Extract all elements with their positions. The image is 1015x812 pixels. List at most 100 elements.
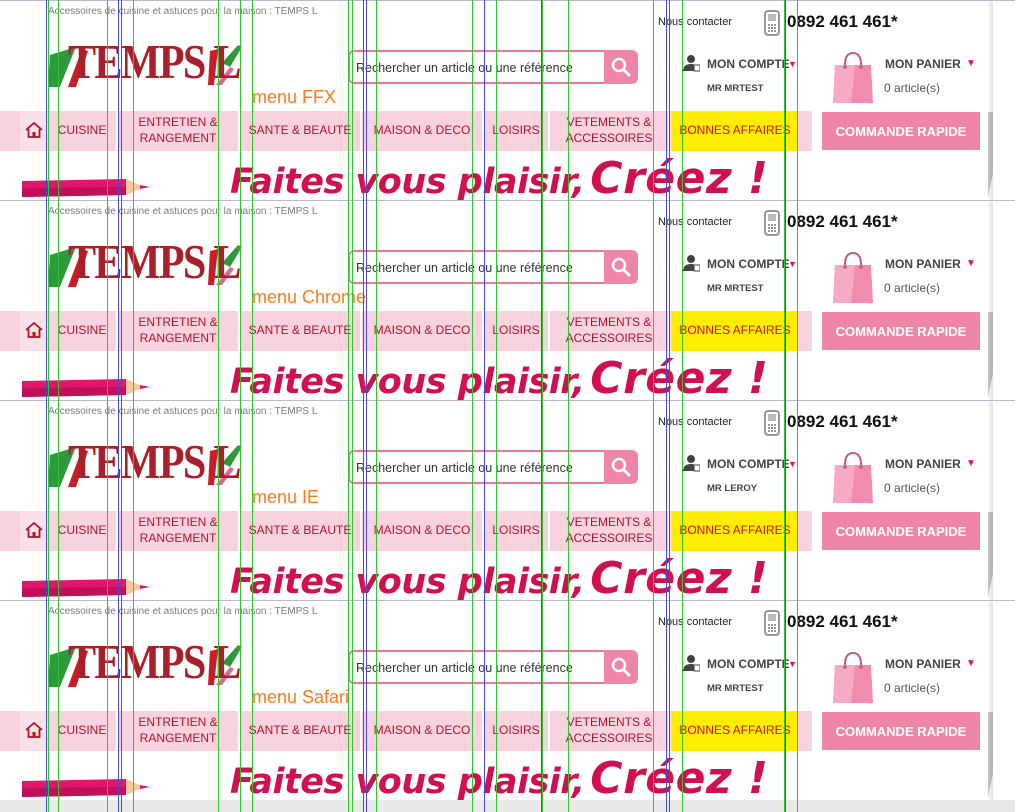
home-button[interactable] bbox=[20, 311, 48, 351]
search-button[interactable] bbox=[604, 450, 638, 484]
contact-link[interactable]: Nous contacter bbox=[658, 416, 732, 428]
home-icon bbox=[25, 522, 43, 538]
quick-order-button[interactable]: COMMANDE RAPIDE bbox=[822, 112, 980, 150]
browser-comparison-stack: Accessoires de cuisine et astuces pour l… bbox=[0, 0, 1015, 812]
quick-order-button[interactable]: COMMANDE RAPIDE bbox=[822, 312, 980, 350]
menu-item[interactable]: SANTE & BEAUTE bbox=[240, 111, 362, 151]
phone-number: 0892 461 461* bbox=[787, 612, 898, 631]
menu-item[interactable]: VETEMENTS & ACCESSOIRES bbox=[550, 311, 670, 351]
contact-link[interactable]: Nous contacter bbox=[658, 216, 732, 228]
home-button[interactable] bbox=[20, 111, 48, 151]
site-header-panel-4: Accessoires de cuisine et astuces pour l… bbox=[0, 600, 1015, 800]
breadcrumb[interactable]: Accessoires de cuisine et astuces pour l… bbox=[48, 6, 317, 17]
menu-item[interactable]: VETEMENTS & ACCESSOIRES bbox=[550, 511, 670, 551]
menu-item[interactable]: MAISON & DECO bbox=[362, 511, 484, 551]
account-user-name: MR MRTEST bbox=[707, 283, 764, 294]
menu-item[interactable]: LOISIRS bbox=[484, 311, 550, 351]
browser-label: menu FFX bbox=[252, 87, 337, 107]
banner-text: Faites vous plaisir, Créez ! bbox=[230, 557, 768, 601]
menu-item[interactable]: SANTE & BEAUTE bbox=[240, 711, 362, 751]
account-menu[interactable]: MON COMPTE bbox=[707, 657, 789, 671]
menu-item[interactable]: BONNES AFFAIRES bbox=[672, 511, 798, 551]
home-icon bbox=[25, 722, 43, 738]
search-input[interactable]: Rechercher un article ou une référence bbox=[348, 50, 606, 84]
menu-item[interactable]: LOISIRS bbox=[484, 511, 550, 551]
menu-item[interactable]: LOISIRS bbox=[484, 111, 550, 151]
chevron-down-icon: ▼ bbox=[788, 659, 797, 669]
chevron-down-icon: ▼ bbox=[966, 458, 976, 469]
menu-item[interactable]: CUISINE bbox=[48, 311, 118, 351]
pencil-icon bbox=[22, 379, 150, 397]
menu-item[interactable]: BONNES AFFAIRES bbox=[672, 111, 798, 151]
browser-label: menu Chrome bbox=[252, 287, 367, 307]
menu-item[interactable]: ENTRETIEN & RANGEMENT bbox=[118, 311, 240, 351]
phone-icon bbox=[764, 10, 780, 36]
banner-accent: Créez ! bbox=[590, 553, 769, 601]
account-menu[interactable]: MON COMPTE bbox=[707, 57, 789, 71]
menu-item[interactable]: ENTRETIEN & RANGEMENT bbox=[118, 111, 240, 151]
phone-icon bbox=[764, 410, 780, 436]
contact-link[interactable]: Nous contacter bbox=[658, 616, 732, 628]
banner-lead: Faites vous plaisir, bbox=[230, 162, 585, 200]
menu-item[interactable]: VETEMENTS & ACCESSOIRES bbox=[550, 111, 670, 151]
cart-menu[interactable]: MON PANIER bbox=[885, 657, 961, 671]
breadcrumb[interactable]: Accessoires de cuisine et astuces pour l… bbox=[48, 406, 317, 417]
phone-number: 0892 461 461* bbox=[787, 212, 898, 231]
logo-text: TEMPS L bbox=[68, 434, 241, 489]
menu-item[interactable]: BONNES AFFAIRES bbox=[672, 311, 798, 351]
home-button[interactable] bbox=[20, 511, 48, 551]
breadcrumb[interactable]: Accessoires de cuisine et astuces pour l… bbox=[48, 606, 317, 617]
cart-menu[interactable]: MON PANIER bbox=[885, 57, 961, 71]
phone-icon bbox=[764, 210, 780, 236]
chevron-down-icon: ▼ bbox=[966, 258, 976, 269]
page-edge bbox=[993, 601, 1015, 800]
menu-item[interactable]: ENTRETIEN & RANGEMENT bbox=[118, 511, 240, 551]
search-input[interactable]: Rechercher un article ou une référence bbox=[348, 450, 606, 484]
browser-label: menu Safari bbox=[252, 687, 350, 707]
banner-text: Faites vous plaisir, Créez ! bbox=[230, 757, 768, 801]
chevron-down-icon: ▼ bbox=[966, 58, 976, 69]
menu-item[interactable]: VETEMENTS & ACCESSOIRES bbox=[550, 711, 670, 751]
chevron-down-icon: ▼ bbox=[788, 259, 797, 269]
phone-icon bbox=[764, 610, 780, 636]
user-icon bbox=[683, 255, 700, 272]
menu-item[interactable]: ENTRETIEN & RANGEMENT bbox=[118, 711, 240, 751]
home-button[interactable] bbox=[20, 711, 48, 751]
banner-accent: Créez ! bbox=[590, 153, 769, 201]
menu-item[interactable]: BONNES AFFAIRES bbox=[672, 711, 798, 751]
cart-count: 0 article(s) bbox=[884, 681, 941, 695]
menu-item[interactable]: CUISINE bbox=[48, 711, 118, 751]
quick-order-button[interactable]: COMMANDE RAPIDE bbox=[822, 512, 980, 550]
search-button[interactable] bbox=[604, 250, 638, 284]
account-menu[interactable]: MON COMPTE bbox=[707, 257, 789, 271]
account-menu[interactable]: MON COMPTE bbox=[707, 457, 789, 471]
search-icon bbox=[611, 257, 631, 277]
search-button[interactable] bbox=[604, 650, 638, 684]
shopping-bag-icon[interactable] bbox=[831, 249, 875, 305]
banner-lead: Faites vous plaisir, bbox=[230, 562, 585, 600]
menu-item[interactable]: LOISIRS bbox=[484, 711, 550, 751]
menu-item[interactable]: MAISON & DECO bbox=[362, 711, 484, 751]
breadcrumb[interactable]: Accessoires de cuisine et astuces pour l… bbox=[48, 206, 317, 217]
menu-item[interactable]: MAISON & DECO bbox=[362, 111, 484, 151]
search-icon bbox=[611, 57, 631, 77]
search-button[interactable] bbox=[604, 50, 638, 84]
search-input[interactable]: Rechercher un article ou une référence bbox=[348, 250, 606, 284]
menu-item[interactable]: SANTE & BEAUTE bbox=[240, 511, 362, 551]
cart-menu[interactable]: MON PANIER bbox=[885, 257, 961, 271]
contact-link[interactable]: Nous contacter bbox=[658, 16, 732, 28]
banner-lead: Faites vous plaisir, bbox=[230, 362, 585, 400]
shopping-bag-icon[interactable] bbox=[831, 449, 875, 505]
banner-text: Faites vous plaisir, Créez ! bbox=[230, 357, 768, 401]
shopping-bag-icon[interactable] bbox=[831, 49, 875, 105]
search-input[interactable]: Rechercher un article ou une référence bbox=[348, 650, 606, 684]
cart-menu[interactable]: MON PANIER bbox=[885, 457, 961, 471]
chevron-down-icon: ▼ bbox=[788, 59, 797, 69]
menu-item[interactable]: CUISINE bbox=[48, 111, 118, 151]
quick-order-button[interactable]: COMMANDE RAPIDE bbox=[822, 712, 980, 750]
menu-item[interactable]: CUISINE bbox=[48, 511, 118, 551]
menu-item[interactable]: MAISON & DECO bbox=[362, 311, 484, 351]
menu-item[interactable]: SANTE & BEAUTE bbox=[240, 311, 362, 351]
banner-accent: Créez ! bbox=[590, 753, 769, 801]
shopping-bag-icon[interactable] bbox=[831, 649, 875, 705]
